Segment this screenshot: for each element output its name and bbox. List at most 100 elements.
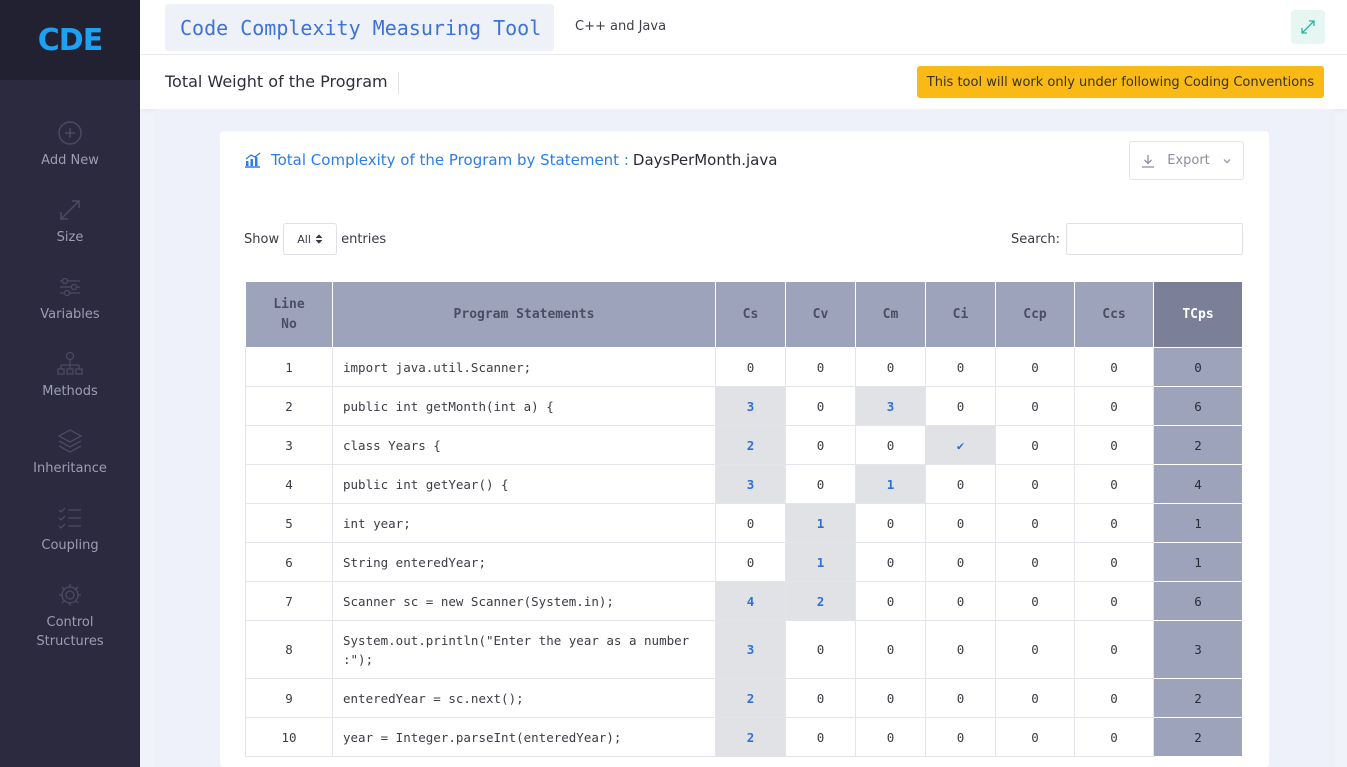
sidebar-item-inheritance[interactable]: Inheritance bbox=[0, 427, 140, 478]
sidebar-item-methods[interactable]: Methods bbox=[0, 350, 140, 401]
line-number-cell: 4 bbox=[245, 464, 333, 504]
fullscreen-button[interactable] bbox=[1291, 10, 1325, 44]
header-line-no[interactable]: Line No bbox=[245, 281, 333, 348]
show-label: Show bbox=[244, 231, 280, 247]
cm-cell: 0 bbox=[855, 425, 926, 465]
ci-cell: 0 bbox=[925, 386, 996, 426]
ci-cell: 0 bbox=[925, 581, 996, 621]
sidebar-item-control-structures[interactable]: Control Structures bbox=[0, 581, 140, 651]
cv-cell: 0 bbox=[785, 425, 856, 465]
card-title-prefix: Total Complexity of the Program by State… bbox=[271, 151, 629, 169]
statement-cell: Scanner sc = new Scanner(System.in); bbox=[332, 581, 716, 621]
line-number-cell: 9 bbox=[245, 678, 333, 718]
table-row: 5 int year; 0 1 0 0 0 0 1 bbox=[245, 503, 1243, 543]
cv-cell: 0 bbox=[785, 717, 856, 757]
line-number-cell: 6 bbox=[245, 542, 333, 582]
sub-header: Total Weight of the Program This tool wi… bbox=[140, 55, 1347, 109]
ci-cell: 0 bbox=[925, 464, 996, 504]
sidebar-item-label: Control Structures bbox=[36, 615, 104, 649]
ccs-cell: 0 bbox=[1074, 347, 1154, 387]
ccp-cell: 0 bbox=[995, 464, 1075, 504]
sidebar-item-add-new[interactable]: Add New bbox=[0, 119, 140, 170]
search-control: Search: bbox=[1011, 223, 1244, 255]
cv-cell: 0 bbox=[785, 678, 856, 718]
table-row: 3 class Years {2 0 0 ✔ 0 0 2 bbox=[245, 425, 1243, 465]
ccp-cell: 0 bbox=[995, 542, 1075, 582]
tcps-cell: 2 bbox=[1153, 717, 1243, 757]
ccs-cell: 0 bbox=[1074, 425, 1154, 465]
cs-cell: 0 bbox=[715, 503, 786, 543]
ccs-cell: 0 bbox=[1074, 464, 1154, 504]
ccp-cell: 0 bbox=[995, 581, 1075, 621]
cv-cell: 0 bbox=[785, 347, 856, 387]
table-row: 6 String enteredYear; 0 1 0 0 0 0 1 bbox=[245, 542, 1243, 582]
tcps-cell: 3 bbox=[1153, 620, 1243, 679]
ccs-cell: 0 bbox=[1074, 620, 1154, 679]
header-program-statements[interactable]: Program Statements bbox=[332, 281, 716, 348]
header-ci[interactable]: Ci bbox=[925, 281, 996, 348]
header-tcps[interactable]: TCps bbox=[1153, 281, 1243, 348]
expand-icon bbox=[60, 200, 80, 220]
ccp-cell: 0 bbox=[995, 503, 1075, 543]
cm-cell: 0 bbox=[855, 347, 926, 387]
cs-cell: 2 bbox=[715, 678, 786, 718]
tcps-cell: 2 bbox=[1153, 425, 1243, 465]
chart-icon bbox=[245, 152, 261, 168]
cm-cell: 1 bbox=[855, 464, 926, 504]
cm-cell: 0 bbox=[855, 620, 926, 679]
entries-label: entries bbox=[341, 231, 387, 247]
ccp-cell: 0 bbox=[995, 620, 1075, 679]
ci-cell: 0 bbox=[925, 717, 996, 757]
sidebar-item-label: Size bbox=[56, 230, 84, 245]
app-logo[interactable]: CDE bbox=[38, 23, 103, 58]
card-title: Total Complexity of the Program by State… bbox=[244, 151, 777, 169]
line-number-cell: 8 bbox=[245, 620, 333, 679]
tcps-cell: 2 bbox=[1153, 678, 1243, 718]
cs-cell: 0 bbox=[715, 542, 786, 582]
cm-cell: 0 bbox=[855, 542, 926, 582]
sidebar-item-label: Coupling bbox=[41, 538, 99, 553]
export-label: Export bbox=[1167, 153, 1210, 168]
sidebar-item-label: Add New bbox=[41, 153, 99, 168]
cs-cell: 3 bbox=[715, 620, 786, 679]
header-cv[interactable]: Cv bbox=[785, 281, 856, 348]
ccp-cell: 0 bbox=[995, 347, 1075, 387]
header-cm[interactable]: Cm bbox=[855, 281, 926, 348]
cm-cell: 0 bbox=[855, 503, 926, 543]
divider bbox=[398, 72, 399, 94]
tcps-cell: 6 bbox=[1153, 386, 1243, 426]
coding-conventions-button[interactable]: This tool will work only under following… bbox=[917, 66, 1324, 98]
statement-cell: int year; bbox=[332, 503, 716, 543]
ccp-cell: 0 bbox=[995, 717, 1075, 757]
app-title-box: Code Complexity Measuring Tool bbox=[165, 4, 554, 51]
search-input[interactable] bbox=[1066, 223, 1244, 255]
sidebar-item-variables[interactable]: Variables bbox=[0, 273, 140, 324]
cv-cell: 0 bbox=[785, 464, 856, 504]
cv-cell: 2 bbox=[785, 581, 856, 621]
header-cs[interactable]: Cs bbox=[715, 281, 786, 348]
header-ccp[interactable]: Ccp bbox=[995, 281, 1075, 348]
statement-cell: String enteredYear; bbox=[332, 542, 716, 582]
tcps-cell: 0 bbox=[1153, 347, 1243, 387]
tcps-cell: 1 bbox=[1153, 542, 1243, 582]
ccs-cell: 0 bbox=[1074, 503, 1154, 543]
entries-select[interactable]: All bbox=[283, 223, 338, 255]
ci-cell: 0 bbox=[925, 542, 996, 582]
line-number-cell: 10 bbox=[245, 717, 333, 757]
sidebar-item-coupling[interactable]: Coupling bbox=[0, 504, 140, 555]
entries-control: Show All entries bbox=[244, 223, 386, 255]
ci-cell: 0 bbox=[925, 347, 996, 387]
cv-cell: 0 bbox=[785, 620, 856, 679]
line-number-cell: 5 bbox=[245, 503, 333, 543]
ci-cell: ✔ bbox=[925, 425, 996, 465]
export-button[interactable]: Export bbox=[1129, 141, 1244, 180]
header-ccs[interactable]: Ccs bbox=[1074, 281, 1154, 348]
table-row: 9 enteredYear = sc.next(); 2 0 0 0 0 0 2 bbox=[245, 678, 1243, 718]
sidebar-item-label: Methods bbox=[42, 384, 98, 399]
layers-icon bbox=[57, 429, 83, 453]
hierarchy-icon bbox=[57, 351, 83, 375]
cs-cell: 4 bbox=[715, 581, 786, 621]
cv-cell: 1 bbox=[785, 542, 856, 582]
chevron-down-icon bbox=[1223, 158, 1231, 163]
sidebar-item-size[interactable]: Size bbox=[0, 196, 140, 247]
